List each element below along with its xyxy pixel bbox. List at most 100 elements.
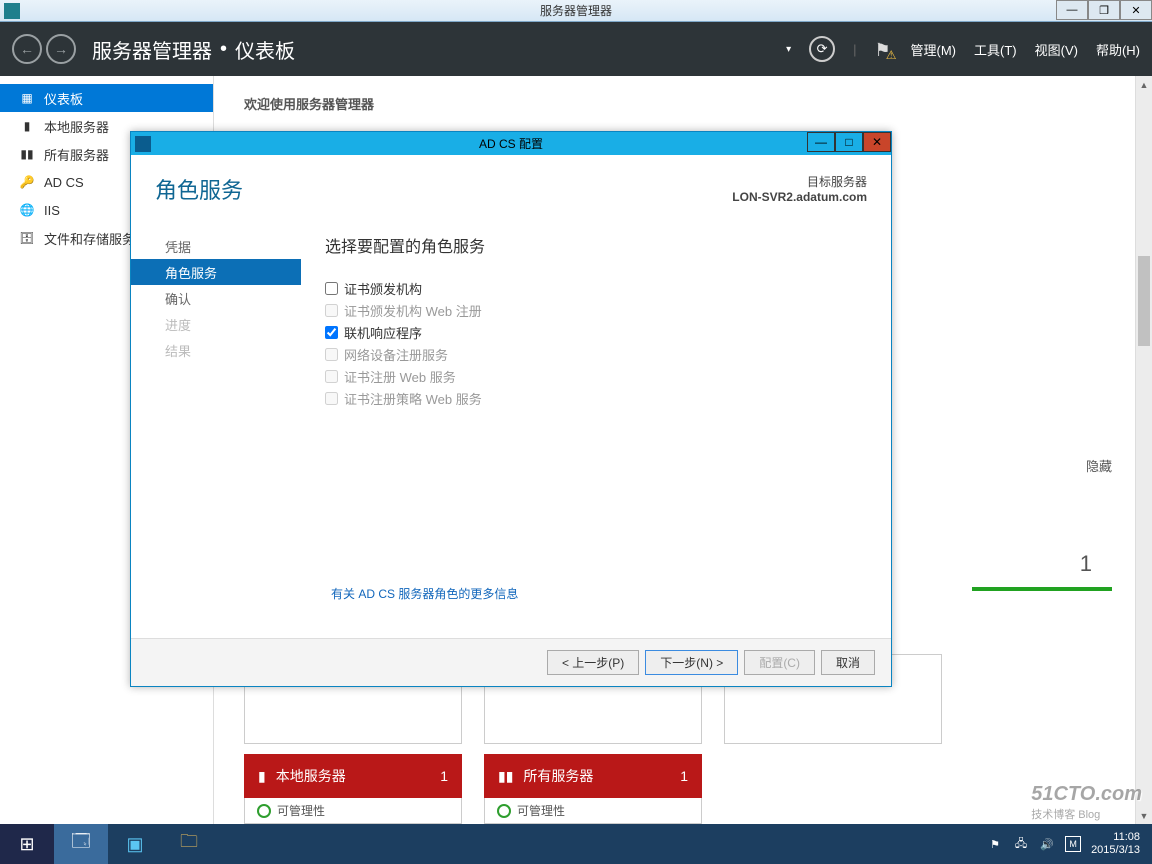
adcs-config-dialog: AD CS 配置 — □ ✕ 角色服务 目标服务器 LON-SVR2.adatu…: [130, 131, 892, 687]
dialog-title-bar: AD CS 配置 — □ ✕: [131, 132, 891, 155]
sidebar-item-label: 所有服务器: [44, 145, 109, 164]
app-icon: [4, 3, 20, 19]
task-server-manager[interactable]: 🗔: [54, 824, 108, 864]
iis-icon: 🌐: [20, 203, 34, 217]
option-ces: 证书注册 Web 服务: [325, 365, 867, 387]
menu-help[interactable]: 帮助(H): [1096, 40, 1140, 59]
server-icon: ▮: [258, 768, 266, 785]
servers-icon: ▮▮: [20, 147, 34, 161]
tile-sub[interactable]: 可管理性: [484, 798, 702, 824]
sidebar-item-label: AD CS: [44, 175, 84, 190]
dialog-close-button[interactable]: ✕: [863, 132, 891, 152]
nav-step-confirm[interactable]: 确认: [153, 285, 301, 311]
target-label: 目标服务器: [732, 173, 867, 190]
nav-forward-button[interactable]: →: [46, 34, 76, 64]
maximize-button[interactable]: ❐: [1088, 0, 1120, 20]
checkbox[interactable]: [325, 282, 338, 295]
notifications-icon[interactable]: [875, 40, 893, 58]
option-ocsp[interactable]: 联机响应程序: [325, 321, 867, 343]
dialog-body: 凭据 角色服务 确认 进度 结果 选择要配置的角色服务 证书颁发机构 证书颁发机…: [131, 213, 891, 639]
app-header: ← → 服务器管理器 • 仪表板 ▾ ⟳ | 管理(M) 工具(T) 视图(V)…: [0, 22, 1152, 76]
menu-manage[interactable]: 管理(M): [911, 40, 957, 59]
tile-title: 所有服务器: [523, 766, 593, 786]
dialog-header: 角色服务 目标服务器 LON-SVR2.adatum.com: [131, 155, 891, 213]
cert-icon: 🔑: [20, 175, 34, 189]
target-server: LON-SVR2.adatum.com: [732, 190, 867, 204]
option-label: 网络设备注册服务: [344, 345, 448, 364]
tile-count: 1: [440, 768, 448, 784]
refresh-button[interactable]: ⟳: [809, 36, 835, 62]
start-button[interactable]: ⊞: [0, 824, 54, 864]
more-info-link[interactable]: 有关 AD CS 服务器角色的更多信息: [331, 585, 518, 602]
dialog-minimize-button[interactable]: —: [807, 132, 835, 152]
status-ok-icon: [257, 804, 271, 818]
option-label: 联机响应程序: [344, 323, 422, 342]
target-info: 目标服务器 LON-SVR2.adatum.com: [732, 173, 867, 205]
section-title: 选择要配置的角色服务: [325, 233, 867, 257]
tile-sub-label: 可管理性: [277, 802, 325, 819]
tray-time: 11:08: [1091, 831, 1140, 844]
tray-network-icon[interactable]: 🖧: [1013, 836, 1029, 852]
next-button[interactable]: 下一步(N) >: [645, 650, 738, 675]
nav-back-button[interactable]: ←: [12, 34, 42, 64]
status-ok-icon: [497, 804, 511, 818]
tray-date: 2015/3/13: [1091, 844, 1140, 857]
scroll-up-icon[interactable]: ▲: [1136, 76, 1152, 93]
breadcrumb-separator: •: [220, 38, 227, 61]
count-value: 1: [1080, 551, 1092, 577]
task-powershell[interactable]: ▣: [108, 824, 162, 864]
window-title-bar: 服务器管理器 — ❐ ✕: [0, 0, 1152, 22]
option-ca-web: 证书颁发机构 Web 注册: [325, 299, 867, 321]
tile-count: 1: [680, 768, 688, 784]
tray-ime-icon[interactable]: M: [1065, 836, 1081, 852]
minimize-button[interactable]: —: [1056, 0, 1088, 20]
option-label: 证书注册策略 Web 服务: [344, 389, 482, 408]
menu-tools[interactable]: 工具(T): [974, 40, 1017, 59]
checkbox[interactable]: [325, 326, 338, 339]
menu-view[interactable]: 视图(V): [1035, 40, 1078, 59]
close-button[interactable]: ✕: [1120, 0, 1152, 20]
tray-clock[interactable]: 11:08 2015/3/13: [1091, 831, 1140, 857]
nav-step-role-services[interactable]: 角色服务: [131, 259, 301, 285]
checkbox: [325, 392, 338, 405]
tile-all-servers[interactable]: ▮▮ 所有服务器 1: [484, 754, 702, 798]
sidebar-item-label: 文件和存储服务: [44, 229, 135, 248]
checkbox: [325, 304, 338, 317]
tile-title: 本地服务器: [276, 766, 346, 786]
dialog-footer: < 上一步(P) 下一步(N) > 配置(C) 取消: [131, 638, 891, 686]
separator: |: [853, 42, 856, 57]
breadcrumb-app: 服务器管理器: [92, 35, 212, 64]
dialog-content: 选择要配置的角色服务 证书颁发机构 证书颁发机构 Web 注册 联机响应程序 网…: [301, 213, 891, 639]
option-label: 证书颁发机构 Web 注册: [344, 301, 482, 320]
nav-step-credentials[interactable]: 凭据: [153, 233, 301, 259]
prev-button[interactable]: < 上一步(P): [547, 650, 639, 675]
breadcrumb: 服务器管理器 • 仪表板: [92, 35, 295, 64]
option-ca[interactable]: 证书颁发机构: [325, 277, 867, 299]
sidebar-item-label: IIS: [44, 203, 60, 218]
dialog-maximize-button[interactable]: □: [835, 132, 863, 152]
option-label: 证书颁发机构: [344, 279, 422, 298]
hide-link[interactable]: 隐藏: [1086, 456, 1112, 475]
tile-sub-label: 可管理性: [517, 802, 565, 819]
server-icon: ▮: [20, 119, 34, 133]
scrollbar[interactable]: ▲ ▼: [1135, 76, 1152, 824]
sidebar-item-dashboard[interactable]: ▦ 仪表板: [0, 84, 213, 112]
option-label: 证书注册 Web 服务: [344, 367, 456, 386]
cancel-button[interactable]: 取消: [821, 650, 875, 675]
tray-flag-icon[interactable]: ⚑: [987, 836, 1003, 852]
breadcrumb-page: 仪表板: [235, 35, 295, 64]
dropdown-icon[interactable]: ▾: [786, 44, 791, 55]
servers-icon: ▮▮: [498, 768, 513, 785]
dialog-icon: [135, 136, 151, 152]
task-explorer[interactable]: 🗀: [162, 824, 216, 864]
scroll-thumb[interactable]: [1138, 256, 1150, 346]
tile-local-server[interactable]: ▮ 本地服务器 1: [244, 754, 462, 798]
window-title: 服务器管理器: [540, 2, 612, 19]
tray-volume-icon[interactable]: 🔊: [1039, 836, 1055, 852]
dialog-heading: 角色服务: [155, 173, 243, 205]
count-box: 1: [972, 541, 1112, 591]
dashboard-icon: ▦: [20, 91, 34, 105]
tile-sub[interactable]: 可管理性: [244, 798, 462, 824]
sidebar-item-label: 仪表板: [44, 89, 83, 108]
dialog-nav: 凭据 角色服务 确认 进度 结果: [131, 213, 301, 639]
